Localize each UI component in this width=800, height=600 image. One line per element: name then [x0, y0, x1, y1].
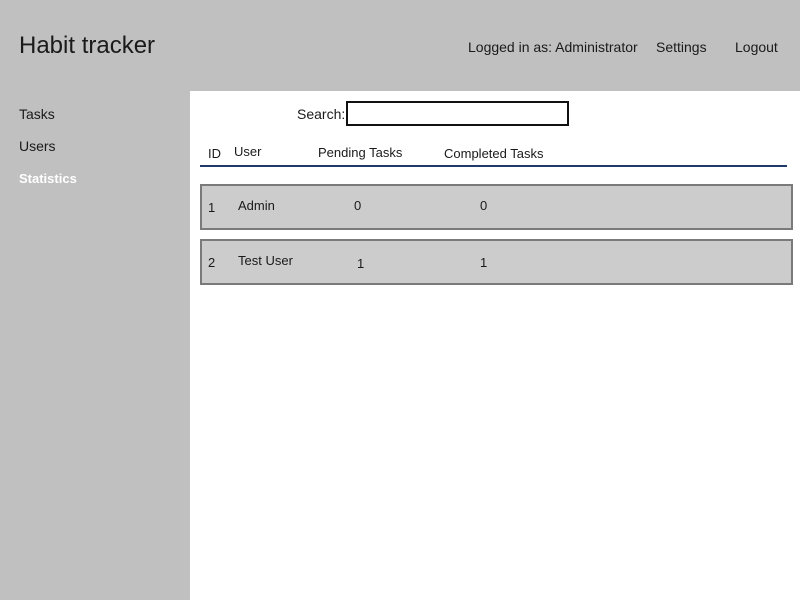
sidebar: Tasks Users Statistics — [0, 91, 190, 600]
search-label: Search: — [297, 106, 346, 122]
cell-id: 1 — [208, 200, 216, 215]
cell-completed-tasks: 1 — [480, 255, 488, 270]
column-header-id: ID — [208, 146, 221, 161]
search-input[interactable] — [346, 101, 569, 126]
column-header-completed-tasks: Completed Tasks — [444, 146, 544, 161]
app-title: Habit tracker — [19, 32, 156, 59]
app-header: Habit tracker Logged in as: Administrato… — [0, 0, 800, 91]
cell-id: 2 — [208, 255, 216, 270]
sidebar-item-statistics[interactable]: Statistics — [19, 171, 77, 186]
cell-pending-tasks: 0 — [354, 198, 362, 213]
main-content: Search: ID User Pending Tasks Completed … — [190, 91, 800, 600]
cell-completed-tasks: 0 — [480, 198, 488, 213]
table-header-divider — [200, 165, 787, 167]
table-row[interactable]: 2 Test User 1 1 — [200, 239, 793, 285]
column-header-user: User — [234, 144, 262, 159]
sidebar-item-tasks[interactable]: Tasks — [19, 106, 55, 122]
settings-link[interactable]: Settings — [656, 39, 707, 55]
cell-user: Test User — [238, 253, 293, 268]
logout-link[interactable]: Logout — [735, 39, 778, 55]
cell-user: Admin — [238, 198, 275, 213]
cell-pending-tasks: 1 — [357, 256, 365, 271]
table-row[interactable]: 1 Admin 0 0 — [200, 184, 793, 230]
sidebar-item-users[interactable]: Users — [19, 138, 56, 154]
logged-in-user-label: Logged in as: Administrator — [468, 39, 638, 55]
column-header-pending-tasks: Pending Tasks — [318, 145, 403, 160]
